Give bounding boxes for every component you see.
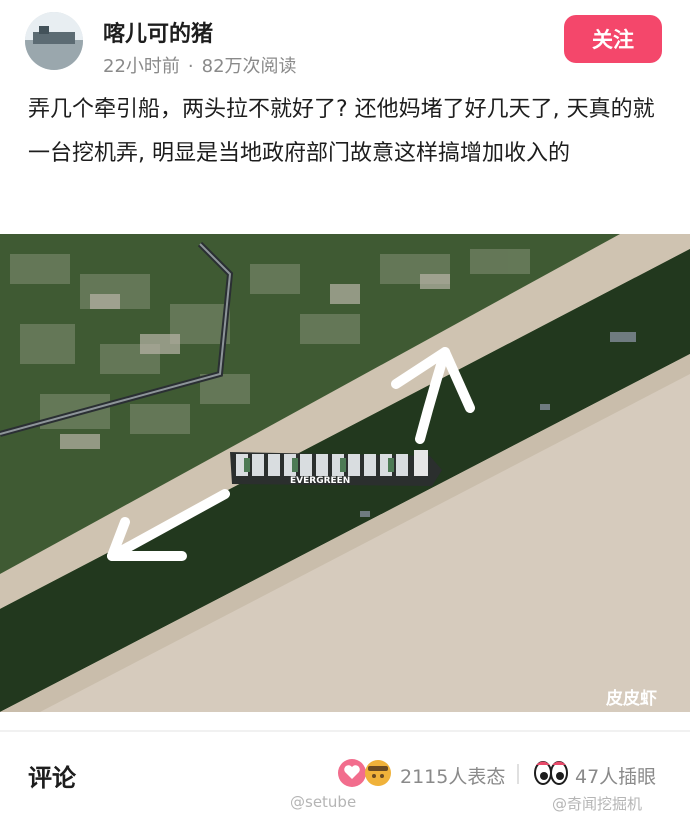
post-time: 22小时前 [103, 56, 180, 77]
emoji-icon [365, 760, 391, 786]
view-count: 82万次阅读 [201, 56, 297, 77]
follow-button[interactable]: 关注 [564, 15, 662, 63]
image-watermark: 皮皮虾 [606, 688, 657, 709]
comments-bar: 评论 2115人表态 47人插眼 @setube @奇闻挖掘机 [0, 740, 690, 816]
author-name[interactable]: 喀儿可的猪 [103, 16, 213, 48]
ship-label: EVERGREEN [290, 476, 350, 486]
comments-title: 评论 [28, 764, 76, 792]
post-text: 弄几个牵引船，两头拉不就好了? 还他妈堵了好几天了, 天真的就一台挖机弄, 明显… [28, 97, 655, 166]
reactions-count[interactable]: 2115人表态 [400, 762, 505, 789]
meta-separator: · [187, 56, 194, 77]
divider [0, 730, 690, 732]
eyes-count[interactable]: 47人插眼 [575, 762, 656, 789]
post-image[interactable]: EVERGREEN 皮皮虾 [0, 234, 690, 712]
watermark-left: @setube [290, 793, 357, 811]
reaction-icons[interactable] [336, 757, 396, 789]
avatar[interactable] [25, 12, 83, 70]
watermark-right: @奇闻挖掘机 [552, 795, 643, 813]
eyes-icon[interactable] [533, 759, 569, 787]
divider [517, 764, 519, 784]
post-header: 喀儿可的猪 22小时前 · 82万次阅读 关注 [0, 0, 690, 90]
post-meta: 22小时前 · 82万次阅读 [103, 52, 297, 78]
